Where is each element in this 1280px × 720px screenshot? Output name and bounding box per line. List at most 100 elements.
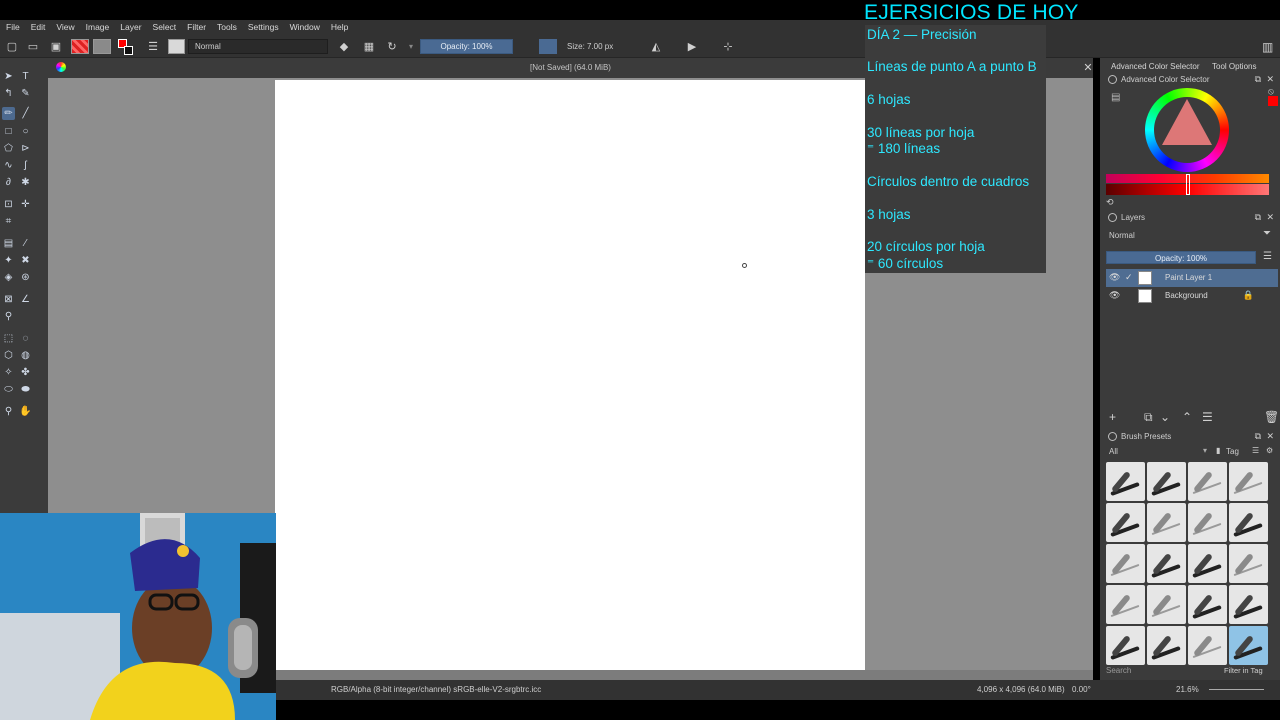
freehand-selection-tool-icon[interactable]: ◍ bbox=[19, 349, 32, 362]
brush-preset[interactable] bbox=[1229, 503, 1268, 542]
brush-preset[interactable] bbox=[1106, 626, 1145, 665]
visibility-eye-icon[interactable]: 👁 bbox=[1109, 272, 1120, 283]
freehand-path-tool-icon[interactable]: ʃ bbox=[19, 159, 32, 172]
enclose-fill-tool-icon[interactable]: ⊛ bbox=[19, 271, 32, 284]
delete-layer-icon[interactable]: 🗑 bbox=[1264, 410, 1279, 424]
menu-settings[interactable]: Settings bbox=[248, 22, 279, 32]
lock-icon[interactable]: 🔒 bbox=[1243, 290, 1254, 301]
dynamic-brush-tool-icon[interactable]: ∂ bbox=[2, 176, 15, 189]
menu-tools[interactable]: Tools bbox=[217, 22, 237, 32]
mirror-vertical-icon[interactable]: ▶ bbox=[685, 39, 699, 53]
line-tool-icon[interactable]: ╱ bbox=[19, 107, 32, 120]
opacity-slider[interactable]: Opacity: 100% bbox=[420, 39, 513, 54]
contiguous-selection-tool-icon[interactable]: ✧ bbox=[2, 366, 15, 379]
transform-tool-icon[interactable]: ⊡ bbox=[2, 198, 15, 211]
layer-menu-icon[interactable]: ☰ bbox=[1263, 251, 1272, 262]
zoom-tool-icon[interactable]: ⚲ bbox=[2, 405, 15, 418]
blend-mode-select[interactable]: Normal bbox=[188, 39, 328, 54]
flow-slider[interactable] bbox=[539, 39, 557, 54]
tab-advanced-color-selector[interactable]: Advanced Color Selector bbox=[1111, 62, 1200, 71]
edit-shapes-tool-icon[interactable]: ↰ bbox=[2, 87, 15, 100]
filter-icon[interactable]: ⏷ bbox=[1263, 228, 1271, 239]
brush-preset[interactable] bbox=[1106, 544, 1145, 583]
brush-preset[interactable] bbox=[1188, 503, 1227, 542]
brush-preset[interactable] bbox=[1147, 626, 1186, 665]
freehand-brush-tool-icon[interactable]: ✏ bbox=[2, 107, 15, 120]
similar-color-selection-tool-icon[interactable]: ✤ bbox=[19, 366, 32, 379]
rectangle-tool-icon[interactable]: □ bbox=[2, 125, 15, 138]
add-layer-icon[interactable]: + bbox=[1109, 410, 1116, 424]
active-check-icon[interactable]: ✓ bbox=[1125, 272, 1133, 283]
background-color-swatch[interactable] bbox=[124, 46, 133, 55]
menu-image[interactable]: Image bbox=[86, 22, 110, 32]
float-panel-icon[interactable]: ⧉ bbox=[1255, 74, 1261, 85]
brush-preset[interactable] bbox=[1229, 585, 1268, 624]
filter-in-tag-checkbox[interactable]: Filter in Tag bbox=[1224, 666, 1263, 675]
layer-row[interactable]: 👁 ✓ Paint Layer 1 bbox=[1106, 269, 1278, 287]
move-layer-down-icon[interactable]: ⌄ bbox=[1160, 410, 1170, 424]
brush-preset[interactable] bbox=[1106, 462, 1145, 501]
tab-tool-options[interactable]: Tool Options bbox=[1212, 62, 1256, 71]
menu-edit[interactable]: Edit bbox=[31, 22, 46, 32]
bezier-selection-tool-icon[interactable]: ⬭ bbox=[2, 383, 15, 396]
calligraphy-tool-icon[interactable]: ✎ bbox=[19, 87, 32, 100]
mirror-horizontal-icon[interactable]: ◭ bbox=[649, 39, 663, 53]
close-panel-icon[interactable]: ✕ bbox=[1266, 431, 1274, 442]
rectangular-selection-tool-icon[interactable]: ⬚ bbox=[2, 332, 15, 345]
measure-tool-icon[interactable]: ∠ bbox=[19, 293, 32, 306]
polygon-tool-icon[interactable]: ⬠ bbox=[2, 142, 15, 155]
pan-tool-icon[interactable]: ✋ bbox=[19, 405, 32, 418]
brush-preset[interactable] bbox=[1147, 585, 1186, 624]
brush-preset[interactable] bbox=[1147, 503, 1186, 542]
bezier-curve-tool-icon[interactable]: ∿ bbox=[2, 159, 15, 172]
brush-preset[interactable] bbox=[1188, 626, 1227, 665]
float-panel-icon[interactable]: ⧉ bbox=[1255, 431, 1261, 442]
gradient-tool-icon[interactable]: ▤ bbox=[2, 237, 15, 250]
crop-tool-icon[interactable]: ⌗ bbox=[2, 215, 15, 228]
color-history-icon[interactable]: ⟲ bbox=[1106, 197, 1114, 208]
colorize-mask-tool-icon[interactable]: ✦ bbox=[2, 254, 15, 267]
alpha-lock-icon[interactable]: ▦ bbox=[362, 39, 376, 53]
preset-search-input[interactable]: Search bbox=[1106, 666, 1131, 675]
display-settings-icon[interactable]: ⚙ bbox=[1266, 446, 1273, 455]
bookmark-icon[interactable]: ▮ bbox=[1216, 446, 1220, 455]
close-panel-icon[interactable]: ✕ bbox=[1266, 212, 1274, 223]
color-settings-icon[interactable]: ▤ bbox=[1111, 92, 1120, 103]
brush-preset[interactable] bbox=[1229, 462, 1268, 501]
menu-layer[interactable]: Layer bbox=[120, 22, 141, 32]
layer-opacity-slider[interactable]: Opacity: 100% bbox=[1106, 251, 1256, 264]
reference-images-tool-icon[interactable]: ⚲ bbox=[2, 310, 15, 323]
menu-select[interactable]: Select bbox=[153, 22, 177, 32]
brush-preset[interactable] bbox=[1188, 585, 1227, 624]
eraser-icon[interactable]: ◆ bbox=[337, 39, 351, 53]
list-view-icon[interactable]: ☰ bbox=[1252, 446, 1259, 455]
close-panel-icon[interactable]: ✕ bbox=[1266, 74, 1274, 85]
new-document-icon[interactable]: ▢ bbox=[5, 39, 19, 53]
gradient-swatch-icon[interactable] bbox=[71, 39, 89, 54]
move-tool-icon[interactable]: ✛ bbox=[19, 198, 32, 211]
chevron-down-icon[interactable]: ▾ bbox=[404, 39, 418, 53]
close-document-icon[interactable]: ✕ bbox=[1082, 61, 1094, 74]
float-panel-icon[interactable]: ⧉ bbox=[1255, 212, 1261, 223]
text-tool-icon[interactable]: T bbox=[19, 70, 32, 83]
polygonal-selection-tool-icon[interactable]: ⬡ bbox=[2, 349, 15, 362]
smart-patch-tool-icon[interactable]: ✖ bbox=[19, 254, 32, 267]
layer-blend-mode-select[interactable]: Normal bbox=[1106, 229, 1256, 242]
chevron-down-icon[interactable]: ▾ bbox=[1203, 446, 1207, 455]
layer-row[interactable]: 👁 Background 🔒 bbox=[1106, 287, 1278, 305]
move-layer-up-icon[interactable]: ⌃ bbox=[1182, 410, 1192, 424]
select-shapes-tool-icon[interactable]: ➤ bbox=[2, 70, 15, 83]
workspace-icon[interactable]: ▥ bbox=[1262, 40, 1273, 54]
zoom-slider[interactable] bbox=[1209, 689, 1264, 690]
color-picker-tool-icon[interactable]: ⁄ bbox=[19, 237, 32, 250]
open-document-icon[interactable]: ▭ bbox=[26, 39, 40, 53]
color-space-info[interactable]: RGB/Alpha (8-bit integer/channel) sRGB-e… bbox=[331, 685, 541, 694]
ellipse-tool-icon[interactable]: ○ bbox=[19, 125, 32, 138]
layer-properties-icon[interactable]: ☰ bbox=[1202, 410, 1213, 424]
brush-preset[interactable] bbox=[1106, 585, 1145, 624]
reload-preset-icon[interactable]: ↻ bbox=[385, 39, 399, 53]
menu-file[interactable]: File bbox=[6, 22, 20, 32]
magnetic-selection-tool-icon[interactable]: ⬬ bbox=[19, 383, 32, 396]
brush-preset[interactable] bbox=[1188, 544, 1227, 583]
multibrush-tool-icon[interactable]: ✱ bbox=[19, 176, 32, 189]
